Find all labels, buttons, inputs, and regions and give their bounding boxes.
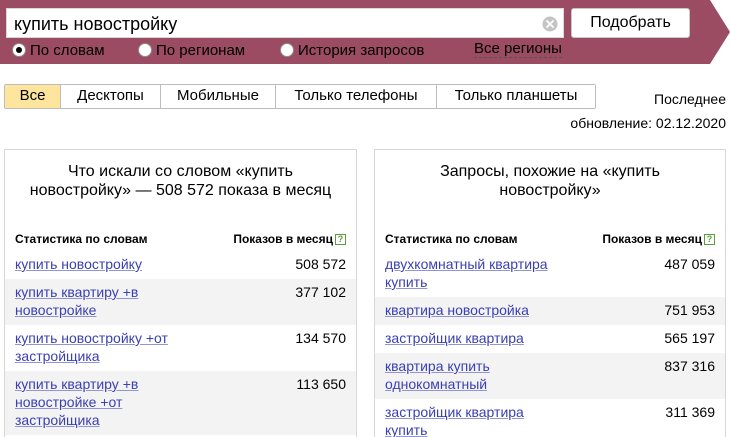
query-link[interactable]: купить новостройку: [15, 255, 185, 273]
radio-label: По регионам: [156, 41, 246, 59]
radio-unchecked-icon[interactable]: [138, 43, 152, 57]
radio-by-regions[interactable]: По регионам: [138, 40, 245, 60]
query-link[interactable]: застройщик квартира: [385, 329, 575, 347]
query-link[interactable]: купить квартиру +в новостройке +от застр…: [15, 375, 175, 429]
similar-queries-table: двухкомнатный квартира купить 487 059 кв…: [375, 251, 725, 437]
tab-all[interactable]: Все: [5, 85, 61, 108]
table-row: квартира купить однокомнатный 837 316: [375, 353, 725, 399]
panel-title: Что искали со словом «купить новостройку…: [29, 163, 332, 199]
shows-count: 311 369: [665, 404, 715, 420]
table-row: двухкомнатный квартира купить 487 059: [375, 251, 725, 297]
tab-phones-only[interactable]: Только телефоны: [276, 85, 437, 108]
tab-mobile[interactable]: Мобильные: [161, 85, 276, 108]
column-header-shows: Показов в месяц?: [233, 232, 346, 246]
query-link[interactable]: купить новостройку +от застройщика: [15, 329, 200, 365]
shows-count: 837 316: [664, 358, 715, 374]
search-box: [6, 8, 564, 38]
table-row: купить новостройку +от застройщика 134 5…: [5, 325, 356, 371]
radio-label: История запросов: [298, 41, 425, 59]
radio-label: По словам: [30, 41, 105, 59]
table-row: квартира новостройка 751 953: [375, 297, 725, 325]
query-link[interactable]: квартира новостройка: [385, 301, 575, 319]
table-row: застройщик квартира 565 197: [375, 325, 725, 353]
clear-icon[interactable]: [542, 16, 558, 32]
shows-count: 377 102: [295, 284, 346, 300]
column-header-words: Статистика по словам: [385, 232, 518, 246]
panel-title: Запросы, похожие на «купить новостройку»: [440, 163, 660, 199]
similar-queries-panel: Запросы, похожие на «купить новостройку»…: [374, 149, 726, 437]
table-row: застройщик квартира купить 311 369: [375, 399, 725, 437]
radio-by-words[interactable]: По словам: [12, 40, 105, 60]
help-icon[interactable]: ?: [704, 234, 715, 245]
shows-count: 487 059: [664, 256, 715, 272]
column-header-shows-label: Показов в месяц: [602, 232, 702, 246]
table-row: купить новостройку 508 572: [5, 251, 356, 279]
column-header-shows: Показов в месяц?: [602, 232, 715, 246]
last-updated-line1: Последнее: [654, 91, 726, 107]
query-link[interactable]: купить квартиру +в новостройке: [15, 283, 185, 319]
column-header-shows-label: Показов в месяц: [233, 232, 333, 246]
radio-checked-icon[interactable]: [12, 43, 26, 57]
words-table: купить новостройку 508 572 купить кварти…: [5, 251, 356, 435]
last-updated: Последнее обновление: 02.12.2020: [570, 87, 726, 135]
table-row: купить квартиру +в новостройке 377 102: [5, 279, 356, 325]
all-regions-link[interactable]: Все регионы: [474, 40, 562, 58]
radio-unchecked-icon[interactable]: [280, 43, 294, 57]
shows-count: 565 197: [664, 330, 715, 346]
shows-count: 508 572: [295, 256, 346, 272]
submit-button[interactable]: Подобрать: [571, 8, 690, 38]
search-input[interactable]: [14, 12, 534, 36]
radio-history[interactable]: История запросов: [280, 40, 424, 60]
shows-count: 134 570: [295, 330, 346, 346]
shows-count: 751 953: [664, 302, 715, 318]
query-link[interactable]: квартира купить однокомнатный: [385, 357, 525, 393]
query-link[interactable]: двухкомнатный квартира купить: [385, 255, 575, 291]
shows-count: 113 650: [296, 376, 346, 392]
table-row: купить квартиру +в новостройке +от застр…: [5, 371, 356, 435]
tab-desktops[interactable]: Десктопы: [61, 85, 161, 108]
last-updated-line2: обновление: 02.12.2020: [570, 115, 726, 131]
column-header-words: Статистика по словам: [15, 232, 148, 246]
help-icon[interactable]: ?: [335, 234, 346, 245]
query-link[interactable]: застройщик квартира купить: [385, 403, 550, 437]
device-tabs: Все Десктопы Мобильные Только телефоны Т…: [4, 84, 596, 109]
words-panel: Что искали со словом «купить новостройку…: [4, 149, 357, 437]
